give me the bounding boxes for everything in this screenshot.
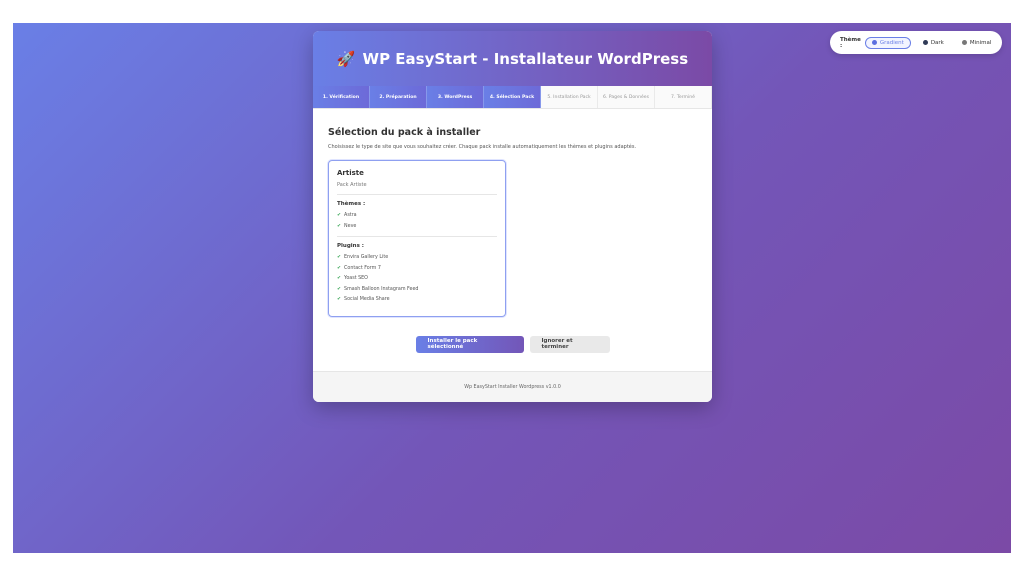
step-installation-pack: 5. Installation Pack <box>541 86 598 108</box>
card-header: 🚀 WP EasyStart - Installateur WordPress <box>313 31 712 86</box>
install-pack-button[interactable]: Installer le pack sélectionné <box>415 335 524 353</box>
page-background: Thème : Gradient Dark Minimal 🚀 WP EasyS… <box>13 23 1011 553</box>
list-item: ✔ Smash Balloon Instagram Feed <box>337 286 419 292</box>
list-item: ✔ Social Media Share <box>337 297 390 302</box>
check-icon: ✔ <box>337 223 342 229</box>
page-title: Sélection du pack à installer <box>328 127 481 138</box>
skip-button[interactable]: Ignorer et terminer <box>529 335 610 353</box>
plugins-section: Plugins : ✔ Envira Gallery Lite ✔ Contact … <box>337 243 497 310</box>
step-selection-pack[interactable]: 4. Sélection Pack <box>484 86 541 108</box>
theme-option-minimal[interactable]: Minimal <box>956 38 998 48</box>
step-verification[interactable]: 1. Vérification <box>313 86 370 108</box>
check-icon: ✔ <box>337 286 342 292</box>
check-icon: ✔ <box>337 213 342 218</box>
check-icon: ✔ <box>337 297 342 302</box>
list-item: ✔ Neve <box>337 223 357 229</box>
dark-dot-icon <box>922 40 928 45</box>
theme-switcher: Thème : Gradient Dark Minimal <box>830 31 1002 54</box>
steps-bar: 1. Vérification 2. Préparation 3. WordPr… <box>313 86 712 109</box>
list-item: ✔ Envira Gallery Lite <box>337 255 389 260</box>
main-content: Sélection du pack à installer Choisissez… <box>313 109 712 353</box>
gradient-dot-icon <box>871 40 877 45</box>
check-icon: ✔ <box>337 265 342 271</box>
list-item: ✔ Yoast SEO <box>337 276 368 281</box>
check-icon: ✔ <box>337 255 342 260</box>
action-buttons: Installer le pack sélectionné Ignorer et… <box>328 335 697 353</box>
step-wordpress[interactable]: 3. WordPress <box>427 86 484 108</box>
step-preparation[interactable]: 2. Préparation <box>370 86 427 108</box>
step-pages-donnees: 6. Pages & Données <box>598 86 655 108</box>
theme-label: Thème : <box>840 36 861 49</box>
footer-text: Wp EasyStart Installer Wordpress v1.0.0 <box>464 384 561 390</box>
rocket-icon: 🚀 <box>336 49 356 68</box>
page-subtitle: Choisissez le type de site que vous souh… <box>328 144 637 150</box>
app-title: WP EasyStart - Installateur WordPress <box>362 49 689 68</box>
themes-section: Thèmes : ✔ Astra ✔ Neve <box>337 201 497 237</box>
pack-name: Artiste <box>337 169 364 177</box>
pack-description: Pack Artiste <box>337 182 497 195</box>
theme-option-dark[interactable]: Dark <box>917 38 950 48</box>
theme-option-gradient[interactable]: Gradient <box>864 36 911 49</box>
plugins-label: Plugins : <box>337 243 364 249</box>
installer-card: 🚀 WP EasyStart - Installateur WordPress … <box>313 31 712 402</box>
themes-label: Thèmes : <box>337 201 366 207</box>
footer: Wp EasyStart Installer Wordpress v1.0.0 <box>313 371 712 402</box>
list-item: ✔ Contact Form 7 <box>337 265 381 271</box>
check-icon: ✔ <box>337 276 342 281</box>
minimal-dot-icon <box>961 40 967 45</box>
pack-card-artiste[interactable]: Artiste Pack Artiste Thèmes : ✔ Astra ✔ Ne… <box>328 160 506 317</box>
step-termine: 7. Terminé <box>655 86 712 108</box>
list-item: ✔ Astra <box>337 213 357 218</box>
